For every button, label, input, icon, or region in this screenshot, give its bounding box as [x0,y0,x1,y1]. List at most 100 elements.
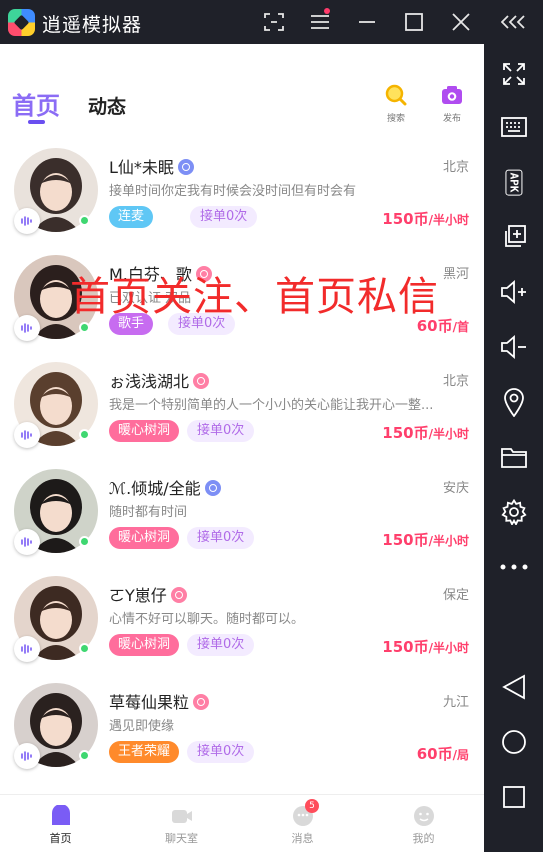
order-count: 接单0次 [187,527,255,549]
user-description: 接单时间你定我有时候会没时间但有时会有 [109,184,357,199]
keyboard-icon[interactable] [484,107,543,147]
price: 60币/局 [417,743,469,764]
user-city: 北京 [442,160,469,175]
search-icon [385,84,407,106]
app-screen: 首页 动态 搜索 发布 L仙*未眠 北京 接单时间你定我有时候会没时间但有时会有… [0,44,484,852]
close-icon[interactable] [441,0,481,44]
tab-home[interactable]: 首页 [12,86,60,121]
user-description: 随时都有时间 [109,505,188,520]
location-icon[interactable] [484,382,543,422]
skill-tag[interactable]: 暖心树洞 [109,527,180,549]
list-item[interactable]: 草莓仙果粒 九江 遇见即使缘 王者荣耀 接单0次 60币/局 [0,679,484,786]
skill-tag[interactable]: 暖心树洞 [109,634,180,656]
top-nav: 首页 动态 搜索 发布 [0,44,484,144]
online-status-dot [79,215,90,226]
bottom-nav-me[interactable]: 我的 [363,795,484,852]
list-item[interactable]: ℳ.倾城/全能 安庆 随时都有时间 暖心树洞 接单0次 150币/半小时 [0,465,484,572]
order-count: 接单0次 [187,420,255,442]
user-city: 北京 [442,374,469,389]
price: 150币/半小时 [382,208,469,229]
price-unit: /半小时 [428,641,469,655]
skill-tag[interactable]: 王者荣耀 [109,741,180,763]
price-unit: /半小时 [428,534,469,548]
voice-icon[interactable] [14,636,40,662]
user-city: 黑河 [442,267,469,282]
voice-icon[interactable] [14,529,40,555]
bottom-nav-label: 聊天室 [165,832,198,845]
price-amount: 150币 [382,638,429,656]
camera-icon [442,86,462,104]
user-name: ℳ.倾城/全能 [109,479,201,498]
recents-icon[interactable] [484,777,543,817]
user-name: L仙*未眠 [109,158,174,177]
female-gender-icon [193,373,210,389]
fullscreen-icon[interactable] [484,54,543,94]
user-name-line: ℳ.倾城/全能 [109,475,221,499]
search-label: 搜索 [386,114,405,124]
notification-dot [324,8,330,14]
more-icon[interactable] [484,547,543,587]
volume-down-icon[interactable] [484,327,543,367]
skill-tag[interactable]: 连麦 [109,206,154,228]
user-city: 九江 [442,695,469,710]
window-title: 逍遥模拟器 [42,14,143,36]
bottom-nav-label: 首页 [49,832,72,845]
list-item[interactable]: L仙*未眠 北京 接单时间你定我有时候会没时间但有时会有 连麦 接单0次 150… [0,144,484,251]
online-status-dot [79,536,90,547]
bottom-nav-label: 消息 [291,832,314,845]
home-tab-icon [51,805,70,825]
order-count: 接单0次 [187,634,255,656]
order-count: 接单0次 [190,206,258,228]
price: 150币/半小时 [382,529,469,550]
skill-tag[interactable]: 暖心树洞 [109,420,180,442]
list-item[interactable]: ぉ浅浅湖北 北京 我是一个特别简单的人一个小小的关心能让我开心一整... 暖心树… [0,358,484,465]
voice-icon[interactable] [14,315,40,341]
bottom-nav-home[interactable]: 首页 [0,795,121,852]
minimize-icon[interactable] [347,0,387,44]
tab-active-indicator [28,120,45,124]
emulator-title-bar: 逍遥模拟器 [0,0,543,44]
overlay-text: 首页关注、首页私信 [70,274,439,320]
price-unit: /局 [452,748,469,762]
publish-button[interactable]: 发布 [432,84,472,124]
voice-icon[interactable] [14,743,40,769]
user-name: ぉ浅浅湖北 [109,372,190,391]
collapse-icon[interactable] [494,0,534,44]
profile-tab-icon [413,806,434,826]
settings-icon[interactable] [484,492,543,532]
price-unit: /半小时 [428,427,469,441]
voice-icon[interactable] [14,422,40,448]
app-logo-icon [8,9,35,36]
user-city: 安庆 [442,481,469,496]
male-gender-icon [204,480,221,496]
emulator-sidebar: APK [484,44,543,852]
tab-dynamic[interactable]: 动态 [88,92,126,119]
user-name-line: ぉ浅浅湖北 [109,368,210,392]
order-count: 接单0次 [187,741,255,763]
bottom-nav-messages[interactable]: 消息 [242,795,363,852]
messages-badge: 5 [305,799,319,813]
voice-icon[interactable] [14,208,40,234]
female-gender-icon [193,694,210,710]
price-amount: 60币 [416,745,453,763]
list-item[interactable]: ㄛY崽仔 保定 心情不好可以聊天。随时都可以。 暖心树洞 接单0次 150币/半… [0,572,484,679]
price-unit: /首 [452,320,469,334]
menu-icon[interactable] [300,0,340,44]
back-icon[interactable] [484,667,543,707]
maximize-icon[interactable] [394,0,434,44]
search-button[interactable]: 搜索 [376,84,416,124]
screenshot-icon[interactable] [254,0,294,44]
online-status-dot [79,750,90,761]
folder-icon[interactable] [484,437,543,477]
user-description: 心情不好可以聊天。随时都可以。 [109,612,305,627]
apk-icon[interactable]: APK [484,162,543,202]
home-icon[interactable] [484,722,543,762]
price-unit: /半小时 [428,213,469,227]
online-status-dot [79,643,90,654]
bottom-nav-label: 我的 [412,832,435,845]
user-name: ㄛY崽仔 [109,586,167,605]
bottom-nav-chatroom[interactable]: 聊天室 [121,795,242,852]
multi-window-icon[interactable] [484,217,543,257]
user-name-line: ㄛY崽仔 [109,582,187,606]
volume-up-icon[interactable] [484,272,543,312]
